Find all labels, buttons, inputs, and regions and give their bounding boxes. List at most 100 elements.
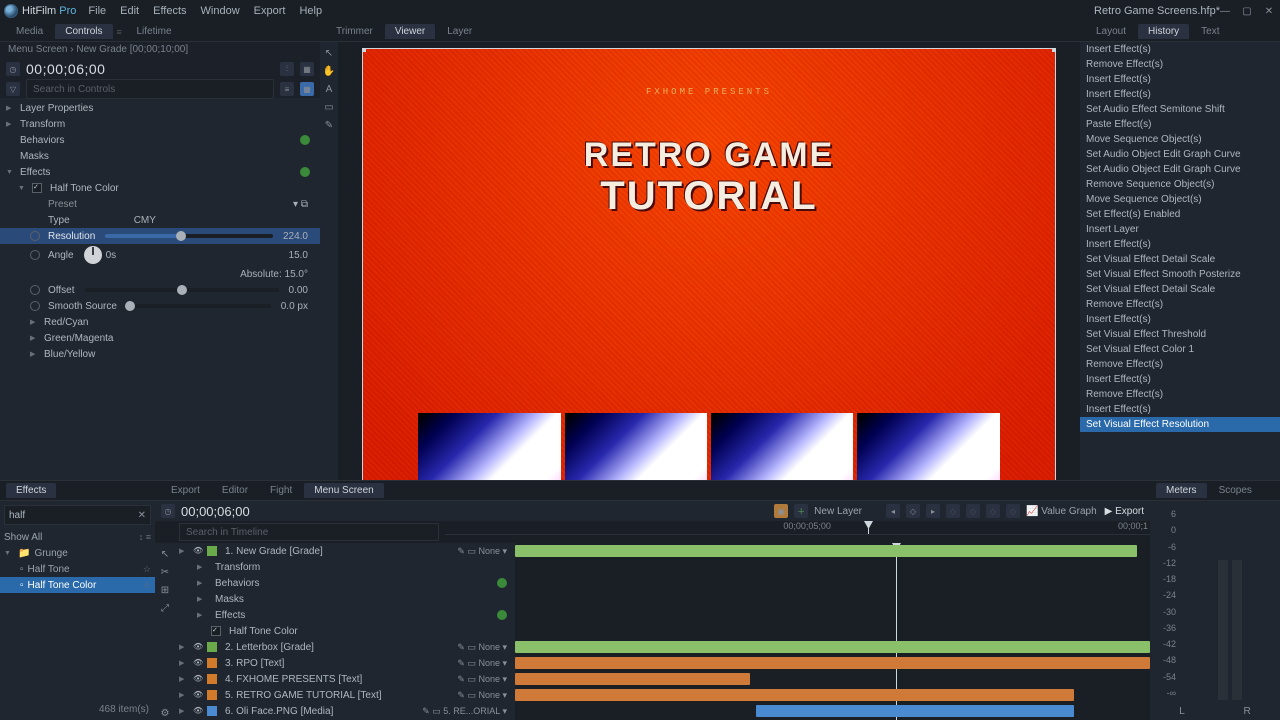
timeline-layer-row[interactable]: ▶Behaviors [175,575,515,591]
type-value[interactable]: CMY [74,215,314,226]
search-controls-input[interactable]: Search in Controls [26,79,274,99]
tab-trimmer[interactable]: Trimmer [326,24,383,39]
key-nav-icon[interactable]: ◇ [1006,504,1020,518]
clock-icon[interactable]: ◷ [6,62,20,76]
history-item[interactable]: Remove Effect(s) [1080,57,1280,72]
menu-file[interactable]: File [88,5,106,17]
tab-effects-browser[interactable]: Effects [6,483,56,498]
timeline-layer-row[interactable]: ▶👁6. Oli Face.PNG [Media]✎ ▭ 5. RE...ORI… [175,703,515,719]
new-layer-button[interactable]: New Layer [814,506,862,517]
auto-icon[interactable]: ▣ [774,504,788,518]
tab-export[interactable]: Export [161,483,210,498]
menu-effects[interactable]: Effects [153,5,186,17]
row-resolution[interactable]: Resolution224.0 [0,228,320,244]
rate-tool-icon[interactable]: ⤢ [158,601,172,615]
keyframe-icon[interactable] [30,231,40,241]
history-item[interactable]: Set Audio Effect Semitone Shift [1080,102,1280,117]
timeline-layer-row[interactable]: ▶👁1. New Grade [Grade]✎ ▭ None ▾ [175,543,515,559]
grid-icon[interactable]: ▦ [300,62,314,76]
key-nav-icon[interactable]: ◇ [946,504,960,518]
history-item[interactable]: Insert Effect(s) [1080,312,1280,327]
select-tool-icon[interactable]: ↖ [158,547,172,561]
timeline-layer-row[interactable]: ▶Masks [175,591,515,607]
history-item[interactable]: Set Visual Effect Color 1 [1080,342,1280,357]
effects-search-input[interactable]: half✕ [4,505,151,525]
value-graph-toggle[interactable]: 📈 Value Graph [1026,506,1097,517]
history-item[interactable]: Insert Effect(s) [1080,402,1280,417]
key-nav-icon[interactable]: ◇ [986,504,1000,518]
tab-meters[interactable]: Meters [1156,483,1207,498]
history-item[interactable]: Set Audio Object Edit Graph Curve [1080,162,1280,177]
timeline-layer-row[interactable]: Half Tone Color [175,623,515,639]
tab-fight[interactable]: Fight [260,483,302,498]
row-redcyan[interactable]: Red/Cyan [44,317,88,328]
history-item[interactable]: Move Sequence Object(s) [1080,132,1280,147]
favorite-icon[interactable]: ☆ [143,580,151,591]
history-item[interactable]: Remove Effect(s) [1080,357,1280,372]
slice-tool-icon[interactable]: ✂ [158,565,172,579]
timeline-ruler[interactable]: 00;00;05;00 00;00;1 [445,521,1150,535]
add-icon[interactable] [300,135,310,145]
collapse-icon[interactable]: ▼ [18,185,28,192]
window-maximize-icon[interactable]: ▢ [1240,4,1254,18]
smooth-slider[interactable] [127,304,271,308]
pen-tool-icon[interactable]: ✎ [322,118,336,132]
filter-icon[interactable]: ▽ [6,82,20,96]
resolution-slider[interactable] [105,234,273,238]
mask-tool-icon[interactable]: ▭ [322,100,336,114]
go-prev-key-icon[interactable]: ◂ [886,504,900,518]
view-list-icon[interactable]: ≡ [280,82,294,96]
effects-folder[interactable]: ▼📁Grunge [0,545,155,561]
row-layer-properties[interactable]: Layer Properties [20,103,93,114]
tab-media[interactable]: Media [6,24,53,39]
expand-icon[interactable]: ▶ [30,350,40,358]
history-item[interactable]: Set Visual Effect Detail Scale [1080,252,1280,267]
row-blueyel[interactable]: Blue/Yellow [44,349,95,360]
row-transform[interactable]: Transform [20,119,65,130]
add-icon[interactable] [300,167,310,177]
favorite-icon[interactable]: ☆ [143,564,151,575]
tab-close-icon[interactable]: ≡ [117,27,125,37]
keyframe-icon[interactable] [30,301,40,311]
keyframe-icon[interactable] [30,250,40,260]
list-icon[interactable]: ⫶ [280,62,294,76]
hand-tool-icon[interactable]: ✋ [322,64,336,78]
tab-editor[interactable]: Editor [212,483,258,498]
history-item[interactable]: Set Effect(s) Enabled [1080,207,1280,222]
effect-item[interactable]: ▫Half Tone☆ [0,561,155,577]
row-halftone[interactable]: Half Tone Color [50,183,119,194]
history-item[interactable]: Insert Effect(s) [1080,237,1280,252]
tab-lifetime[interactable]: Lifetime [127,24,182,39]
tab-menu-screen[interactable]: Menu Screen [304,483,383,498]
angle-value[interactable]: 15.0 [289,250,314,261]
gear-icon[interactable]: ⚙ [158,706,172,720]
timeline-layer-row[interactable]: ▶👁3. RPO [Text]✎ ▭ None ▾ [175,655,515,671]
effect-item[interactable]: ▫Half Tone Color☆ [0,577,155,593]
snap-tool-icon[interactable]: ⊞ [158,583,172,597]
add-key-icon[interactable]: ◇ [906,504,920,518]
go-next-key-icon[interactable]: ▸ [926,504,940,518]
menu-window[interactable]: Window [201,5,240,17]
history-item[interactable]: Paste Effect(s) [1080,117,1280,132]
row-behaviors[interactable]: Behaviors [20,135,64,146]
tab-controls[interactable]: Controls [55,24,112,39]
effect-enabled-checkbox[interactable] [32,183,42,193]
clock-icon[interactable]: ◷ [161,504,175,518]
history-item[interactable]: Set Audio Object Edit Graph Curve [1080,147,1280,162]
expand-icon[interactable]: ▶ [6,120,16,128]
view-grid-icon[interactable]: ▦ [300,82,314,96]
history-item[interactable]: Insert Effect(s) [1080,87,1280,102]
sort-icon[interactable]: ↕ ≡ [139,532,151,542]
history-item[interactable]: Set Visual Effect Smooth Posterize [1080,267,1280,282]
tab-scopes[interactable]: Scopes [1209,483,1262,498]
tab-viewer[interactable]: Viewer [385,24,435,39]
history-item[interactable]: Move Sequence Object(s) [1080,192,1280,207]
history-item[interactable]: Remove Effect(s) [1080,387,1280,402]
text-tool-icon[interactable]: A [322,82,336,96]
timeline-time[interactable]: 00;00;06;00 [181,504,250,519]
timeline-tracks[interactable] [515,543,1150,720]
expand-icon[interactable]: ▶ [6,104,16,112]
history-item[interactable]: Set Visual Effect Detail Scale [1080,282,1280,297]
offset-slider[interactable] [85,288,279,292]
timeline-export-button[interactable]: ▶ Export [1105,506,1144,517]
